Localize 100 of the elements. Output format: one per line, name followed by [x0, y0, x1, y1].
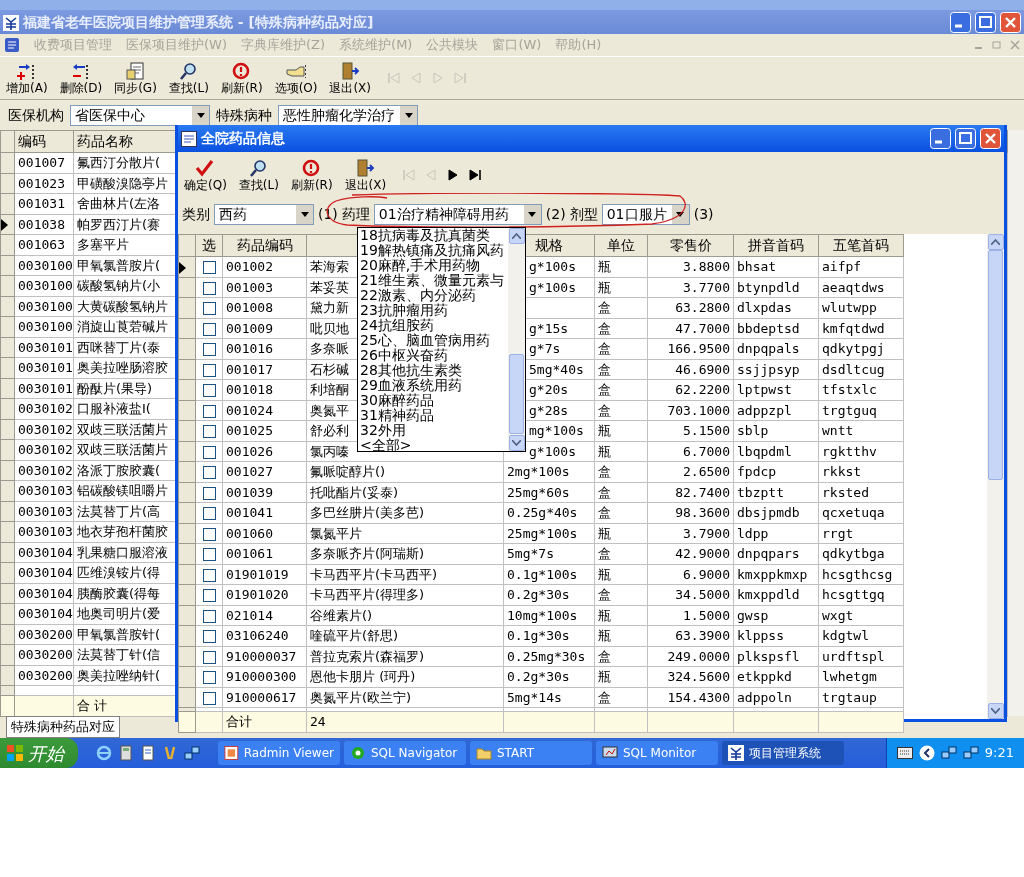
table-cell: 42.9000	[647, 543, 734, 564]
table-cell: 6.7000	[647, 441, 734, 462]
checkbox[interactable]	[202, 568, 216, 582]
dropdown[interactable]: 西药	[214, 203, 314, 225]
delete-button[interactable]: 删除(D)	[57, 61, 105, 95]
sync-button[interactable]: 同步(G)	[112, 61, 159, 95]
exit-button[interactable]: 退出(X)	[327, 61, 374, 95]
exit-button[interactable]: 退出(X)	[342, 158, 389, 192]
network-icon[interactable]	[940, 745, 957, 761]
checkbox[interactable]	[202, 404, 216, 418]
checkbox[interactable]	[202, 671, 216, 684]
table-cell: 瓶	[594, 605, 648, 626]
table-cell: 卡马西平片(得理多)	[306, 584, 504, 605]
browser-icon[interactable]	[96, 745, 112, 761]
caret-icon[interactable]	[676, 211, 685, 217]
table-cell: 10mg*100s	[503, 605, 595, 626]
scroll-up-icon[interactable]	[991, 239, 1000, 245]
search-button[interactable]: 查找(L)	[166, 61, 211, 95]
table-cell: 0030104	[14, 542, 74, 563]
expand-tray-icon[interactable]	[918, 745, 935, 761]
checkbox[interactable]	[202, 507, 216, 520]
checkbox[interactable]	[202, 281, 216, 295]
network-icon[interactable]	[184, 745, 200, 761]
taskbar-button[interactable]: START	[470, 741, 592, 765]
minimize-icon[interactable]	[930, 128, 951, 149]
checkbox[interactable]	[202, 425, 216, 438]
checkbox[interactable]	[202, 466, 216, 479]
taskbar-button[interactable]: SQL Navigator	[344, 741, 466, 765]
refresh-button[interactable]: 刷新(R)	[218, 61, 265, 95]
options-button[interactable]: 选项(O)	[272, 61, 320, 95]
add-button[interactable]: 增加(A)	[4, 61, 50, 95]
scroll-down-icon[interactable]	[512, 440, 521, 446]
document-tab[interactable]: 特殊病种药品对应	[6, 716, 120, 738]
table-cell: 001009	[222, 318, 307, 339]
checkbox[interactable]	[202, 486, 216, 500]
taskbar-button[interactable]: Radmin Viewer	[218, 741, 340, 765]
table-cell: lbqpdml	[733, 441, 819, 462]
caret-icon[interactable]	[196, 112, 205, 118]
taskbar-button[interactable]: 项目管理系统	[722, 741, 844, 765]
table-cell: 01901020	[222, 584, 307, 605]
dropdown[interactable]: 01治疗精神障碍用药	[373, 203, 542, 225]
maximize-icon[interactable]	[955, 128, 976, 149]
checkbox[interactable]	[202, 527, 216, 541]
document-icon	[4, 37, 20, 53]
dropdown[interactable]: 恶性肿瘤化学治疗	[278, 104, 418, 126]
scrollbar[interactable]	[1008, 130, 1024, 716]
table-cell: 恩他卡朋片 (珂丹)	[306, 666, 504, 687]
taskbar-button[interactable]: SQL Monitor	[596, 741, 718, 765]
minimize-icon[interactable]	[950, 11, 971, 33]
checkbox[interactable]	[202, 261, 216, 274]
scrollbar[interactable]	[508, 228, 525, 451]
checkbox[interactable]	[202, 548, 216, 561]
calculator-icon[interactable]	[118, 745, 134, 761]
table-cell: 324.5600	[647, 666, 734, 687]
column-header: 药品编码	[222, 234, 307, 257]
checkbox[interactable]	[202, 322, 216, 336]
table-cell: 82.7400	[647, 482, 734, 503]
table-cell: 001007	[14, 152, 74, 173]
checkbox[interactable]	[202, 363, 216, 377]
checkbox[interactable]	[202, 343, 216, 356]
scrollbar[interactable]	[987, 234, 1004, 719]
checkbox[interactable]	[202, 691, 216, 705]
maximize-icon[interactable]	[975, 11, 996, 33]
table-cell: 0030102	[14, 398, 74, 419]
document-icon[interactable]	[140, 745, 156, 761]
checkbox[interactable]	[202, 445, 216, 459]
checkbox[interactable]	[202, 609, 216, 623]
caret-icon[interactable]	[300, 211, 309, 217]
table-cell: 001018	[222, 379, 307, 400]
checkbox[interactable]	[202, 302, 216, 315]
table-cell: 0.25g*40s	[503, 502, 595, 523]
scroll-thumb[interactable]	[988, 250, 1003, 480]
table-cell: 46.6900	[647, 359, 734, 380]
caret-icon[interactable]	[404, 112, 413, 118]
scroll-up-icon[interactable]	[512, 233, 521, 239]
last-icon[interactable]	[468, 168, 483, 182]
keyboard-icon[interactable]	[896, 747, 913, 759]
table-cell: kdgtwl	[818, 625, 904, 646]
table-cell: 001026	[222, 441, 307, 462]
table-cell: 63.3900	[647, 625, 734, 646]
checkbox[interactable]	[202, 384, 216, 397]
checkbox[interactable]	[202, 650, 216, 664]
table-cell: tbzptt	[733, 482, 819, 503]
network-icon[interactable]	[962, 745, 979, 761]
tools-icon[interactable]	[162, 745, 178, 761]
confirm-button[interactable]: 确定(Q)	[182, 158, 229, 192]
start-button[interactable]: 开始	[0, 738, 78, 768]
search-button[interactable]: 查找(L)	[236, 158, 281, 192]
scroll-thumb[interactable]	[509, 354, 524, 434]
dropdown[interactable]: 01口服片	[601, 203, 690, 225]
checkbox[interactable]	[202, 630, 216, 643]
current-row-icon	[179, 261, 186, 274]
scroll-down-icon[interactable]	[991, 708, 1000, 714]
dropdown[interactable]: 省医保中心	[70, 104, 210, 126]
table-cell: 001016	[222, 338, 307, 359]
caret-icon[interactable]	[528, 211, 537, 217]
checkbox[interactable]	[202, 589, 216, 602]
table-cell: 瓶	[594, 523, 648, 544]
refresh-button[interactable]: 刷新(R)	[288, 158, 335, 192]
table-cell: 34.5000	[647, 584, 734, 605]
